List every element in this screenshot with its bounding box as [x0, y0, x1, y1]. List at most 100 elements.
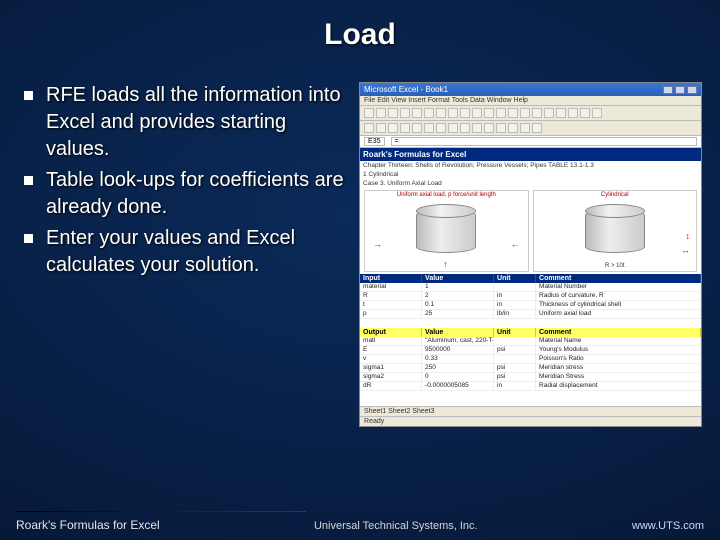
- bullet-list: RFE loads all the information into Excel…: [18, 82, 351, 427]
- cell: [494, 337, 536, 346]
- output-row: sigma1250psiMeridian stress: [360, 364, 701, 373]
- bullet-item: Table look-ups for coefficients are alre…: [18, 167, 351, 221]
- toolbar-icon: [460, 108, 470, 118]
- cell: psi: [494, 373, 536, 382]
- bullet-item: Enter your values and Excel calculates y…: [18, 225, 351, 279]
- input-header: Input Value Unit Comment: [360, 274, 701, 283]
- close-icon: [687, 86, 697, 94]
- cell: Poisson's Ratio: [536, 355, 701, 364]
- footer: Roark's Formulas for Excel Universal Tec…: [0, 512, 720, 540]
- cell: Young's Modulus: [536, 346, 701, 355]
- toolbar-icon: [412, 123, 422, 133]
- toolbar-icon: [436, 123, 446, 133]
- geom-line: 1 Cylindrical: [360, 170, 701, 179]
- cylinder-icon: [416, 209, 476, 253]
- toolbar: [360, 106, 701, 121]
- formula-bar: E35 =: [360, 136, 701, 148]
- cell: 1: [422, 283, 494, 292]
- toolbar-icon: [400, 123, 410, 133]
- cell: p: [360, 310, 422, 319]
- cell: sigma2: [360, 373, 422, 382]
- cell: [494, 355, 536, 364]
- hdr-value: Value: [422, 328, 494, 337]
- hdr-value: Value: [422, 274, 494, 283]
- sheet-tabs: Sheet1 Sheet2 Sheet3: [360, 406, 701, 416]
- toolbar-icon: [448, 108, 458, 118]
- input-row: R2inRadius of curvature, R: [360, 292, 701, 301]
- footer-link[interactable]: www.UTS.com: [632, 520, 704, 532]
- toolbar-icon: [376, 123, 386, 133]
- toolbar-icon: [508, 108, 518, 118]
- cell: Radius of curvature, R: [536, 292, 701, 301]
- toolbar-icon: [568, 108, 578, 118]
- cell: in: [494, 301, 536, 310]
- arrow-icon: ↕: [686, 231, 691, 241]
- app-title: Microsoft Excel - Book1: [364, 85, 448, 94]
- toolbar-icon: [424, 123, 434, 133]
- cell: "Aluminum, cast, 220-T4": [422, 337, 494, 346]
- cell: Material Name: [536, 337, 701, 346]
- toolbar-icon: [592, 108, 602, 118]
- chapter-line: Chapter Thirteen: Shells of Revolution; …: [360, 161, 701, 170]
- toolbar-icon: [448, 123, 458, 133]
- cell: t: [360, 301, 422, 310]
- cell: Material Number: [536, 283, 701, 292]
- toolbar-icon: [580, 108, 590, 118]
- cell: 9500000: [422, 346, 494, 355]
- input-row: material1 Material Number: [360, 283, 701, 292]
- toolbar-icon: [520, 123, 530, 133]
- toolbar-icon: [364, 123, 374, 133]
- cell: Radial displacement: [536, 382, 701, 391]
- cell: Meridian stress: [536, 364, 701, 373]
- cell: material: [360, 283, 422, 292]
- diagram-left-label: Uniform axial load, p force/unit length: [365, 191, 527, 199]
- output-row: sigma20psiMeridian Stress: [360, 373, 701, 382]
- toolbar-icon: [532, 108, 542, 118]
- maximize-icon: [675, 86, 685, 94]
- cell: matl: [360, 337, 422, 346]
- slide-title: Load: [0, 0, 720, 52]
- cell: in: [494, 292, 536, 301]
- toolbar-icon: [388, 108, 398, 118]
- cell: v: [360, 355, 422, 364]
- cell: 25: [422, 310, 494, 319]
- diagram-left: Uniform axial load, p force/unit length …: [364, 190, 528, 272]
- content-row: RFE loads all the information into Excel…: [0, 52, 720, 427]
- name-box: E35: [364, 137, 384, 146]
- output-header: Output Value Unit Comment: [360, 328, 701, 337]
- sheet-banner: Roark's Formulas for Excel: [360, 148, 701, 161]
- formula-field: =: [391, 137, 698, 146]
- arrow-icon: ↔: [681, 245, 690, 255]
- hdr-comment: Comment: [536, 274, 701, 283]
- cell: psi: [494, 364, 536, 373]
- output-row: matl"Aluminum, cast, 220-T4" Material Nam…: [360, 337, 701, 346]
- cell: sigma1: [360, 364, 422, 373]
- toolbar-icon: [532, 123, 542, 133]
- cell: [494, 283, 536, 292]
- hdr-comment: Comment: [536, 328, 701, 337]
- diagram-row: Uniform axial load, p force/unit length …: [360, 188, 701, 274]
- footer-mid: Universal Technical Systems, Inc.: [314, 520, 478, 532]
- toolbar-icon: [520, 108, 530, 118]
- input-row: p25lb/inUniform axial load: [360, 310, 701, 319]
- cell: lb/in: [494, 310, 536, 319]
- toolbar-icon: [472, 123, 482, 133]
- diagram-right-label: Cylindrical: [534, 191, 696, 199]
- worksheet: Roark's Formulas for Excel Chapter Thirt…: [360, 148, 701, 406]
- toolbar-icon: [388, 123, 398, 133]
- window-titlebar: Microsoft Excel - Book1: [360, 83, 701, 96]
- toolbar-icon: [496, 123, 506, 133]
- menu-bar: File Edit View Insert Format Tools Data …: [360, 96, 701, 106]
- cell: R: [360, 292, 422, 301]
- excel-screenshot: Microsoft Excel - Book1 File Edit View I…: [359, 82, 702, 427]
- cell: Meridian Stress: [536, 373, 701, 382]
- cell: Thickness of cylindrical shell: [536, 301, 701, 310]
- arrow-icon: →: [373, 239, 382, 249]
- toolbar-icon: [484, 123, 494, 133]
- output-row: E9500000psiYoung's Modulus: [360, 346, 701, 355]
- toolbar-icon: [544, 108, 554, 118]
- toolbar-icon: [508, 123, 518, 133]
- cell: 0.33: [422, 355, 494, 364]
- cell: Uniform axial load: [536, 310, 701, 319]
- case-line: Case 3. Uniform Axial Load: [360, 179, 701, 188]
